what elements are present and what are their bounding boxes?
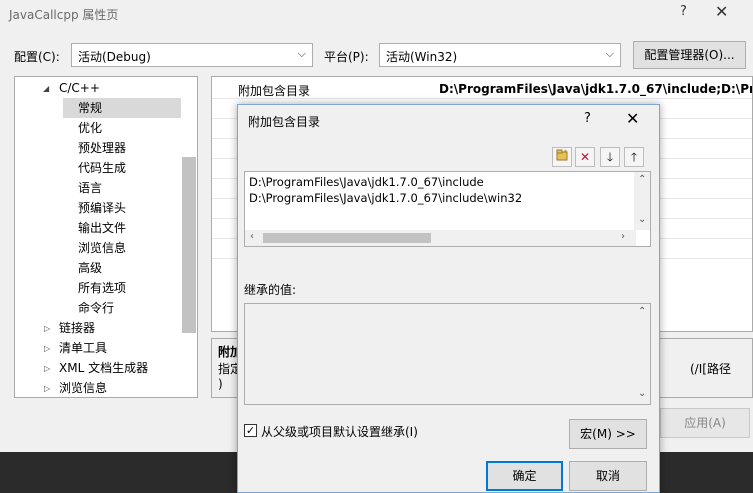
macro-button[interactable]: 宏(M) >>	[569, 419, 647, 449]
include-dirs-dialog: 附加包含目录 ? ✕ * ✕ 🡓 🡑 D:\ProgramFiles\Java\…	[237, 104, 660, 493]
ok-button[interactable]: 确定	[486, 461, 563, 491]
horizontal-scrollbar[interactable]: ‹ ›	[245, 230, 636, 246]
expanded-arrow-icon[interactable]: ◢	[43, 84, 49, 93]
dialog-title: 附加包含目录	[248, 115, 321, 129]
scroll-up-icon[interactable]: ⌃	[638, 306, 646, 317]
apply-button[interactable]: 应用(A)	[660, 408, 750, 438]
tree-item-output-files[interactable]: 输出文件	[78, 218, 126, 238]
config-manager-button[interactable]: 配置管理器(O)...	[633, 41, 746, 69]
path-item[interactable]: D:\ProgramFiles\Java\jdk1.7.0_67\include	[249, 175, 484, 189]
tree-item-command-line[interactable]: 命令行	[78, 298, 114, 318]
close-icon[interactable]: ✕	[715, 2, 728, 21]
window-title: JavaCallcpp 属性页	[9, 8, 119, 22]
tree-item-general[interactable]: 常规	[63, 98, 181, 118]
description-text-right: (/I[路径	[690, 362, 731, 376]
grid-row-name: 附加包含目录	[238, 84, 311, 98]
cancel-button[interactable]: 取消	[569, 461, 647, 491]
inherited-values-box: ⌃ ⌄	[244, 303, 651, 405]
new-line-icon[interactable]: *	[552, 147, 572, 167]
scroll-left-icon[interactable]: ‹	[250, 231, 254, 242]
chevron-down-icon: ⌵	[605, 47, 614, 60]
tree-item-advanced[interactable]: 高级	[78, 258, 102, 278]
inherited-values-label: 继承的值:	[244, 283, 297, 297]
path-item[interactable]: D:\ProgramFiles\Java\jdk1.7.0_67\include…	[249, 191, 522, 205]
tree-item-manifest-tool[interactable]: 清单工具	[59, 338, 107, 358]
dialog-help-button[interactable]: ?	[584, 111, 591, 126]
grid-row-value: D:\ProgramFiles\Java\jdk1.7.0_67\include…	[439, 82, 753, 96]
collapsed-arrow-icon[interactable]: ▷	[44, 344, 50, 353]
inherit-checkbox[interactable]: ✓	[244, 424, 257, 437]
collapsed-arrow-icon[interactable]: ▷	[44, 324, 50, 333]
include-paths-list[interactable]: D:\ProgramFiles\Java\jdk1.7.0_67\include…	[244, 171, 651, 247]
collapsed-arrow-icon[interactable]: ▷	[44, 364, 50, 373]
config-value: 活动(Debug)	[78, 50, 151, 64]
delete-icon[interactable]: ✕	[575, 147, 595, 167]
help-button[interactable]: ?	[680, 4, 687, 19]
description-text-end: )	[218, 377, 223, 391]
tree-item-optimization[interactable]: 优化	[78, 118, 102, 138]
scroll-down-icon[interactable]: ⌄	[638, 214, 646, 225]
platform-select[interactable]: 活动(Win32) ⌵	[379, 43, 621, 67]
chevron-down-icon: ⌵	[297, 47, 306, 60]
tree-scrollbar-thumb[interactable]	[182, 157, 196, 333]
scroll-right-icon[interactable]: ›	[621, 231, 625, 242]
collapsed-arrow-icon[interactable]: ▷	[44, 384, 50, 393]
tree-item-xml-doc-generator[interactable]: XML 文档生成器	[59, 358, 148, 378]
tree-item-language[interactable]: 语言	[78, 178, 102, 198]
config-label: 配置(C):	[14, 50, 60, 64]
vertical-scrollbar[interactable]: ⌃ ⌄	[634, 304, 650, 404]
tree-item-browse-info-top[interactable]: 浏览信息	[59, 378, 107, 397]
inherit-checkbox-label[interactable]: 从父级或项目默认设置继承(I)	[261, 423, 418, 440]
tree-item-codegen[interactable]: 代码生成	[78, 158, 126, 178]
tree-item-linker[interactable]: 链接器	[59, 318, 95, 338]
dialog-close-icon[interactable]: ✕	[626, 109, 639, 128]
tree-item-preprocessor[interactable]: 预处理器	[78, 138, 126, 158]
move-down-icon[interactable]: 🡓	[600, 147, 620, 167]
platform-value: 活动(Win32)	[386, 50, 458, 64]
scroll-up-icon[interactable]: ⌃	[638, 174, 646, 185]
tree-item-all-options[interactable]: 所有选项	[78, 278, 126, 298]
platform-label: 平台(P):	[324, 50, 369, 64]
property-tree[interactable]: ◢ C/C++ 常规 优化 预处理器 代码生成 语言 预编译头 输出文件 浏览信…	[14, 76, 198, 398]
tree-item-precompiled-headers[interactable]: 预编译头	[78, 198, 126, 218]
grid-row-include-dirs[interactable]: 附加包含目录 D:\ProgramFiles\Java\jdk1.7.0_67\…	[212, 79, 753, 99]
vertical-scrollbar[interactable]: ⌃ ⌄	[634, 172, 650, 230]
svg-text:*: *	[564, 149, 567, 156]
tree-item-cpp[interactable]: C/C++	[59, 78, 100, 98]
tree-item-browse-info[interactable]: 浏览信息	[78, 238, 126, 258]
move-up-icon[interactable]: 🡑	[624, 147, 644, 167]
scroll-down-icon[interactable]: ⌄	[638, 388, 646, 399]
scrollbar-thumb[interactable]	[263, 233, 431, 243]
config-select[interactable]: 活动(Debug) ⌵	[71, 43, 313, 67]
